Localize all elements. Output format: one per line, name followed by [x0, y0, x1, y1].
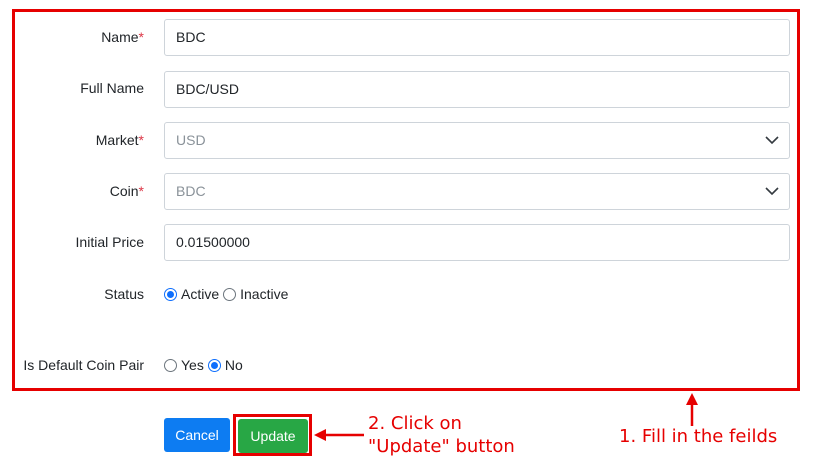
initial-price-label: Initial Price	[75, 234, 144, 250]
initial-price-input-value: 0.01500000	[176, 234, 250, 250]
full-name-label: Full Name	[80, 80, 144, 96]
default-pair-no-radio[interactable]	[207, 358, 221, 372]
name-label: Name*	[101, 29, 144, 45]
coin-select-value: BDC	[176, 183, 206, 199]
market-label: Market*	[95, 132, 144, 148]
arrow-up-icon	[686, 393, 698, 426]
coin-label: Coin*	[109, 183, 144, 199]
annotation-step1: 1. Fill in the feilds	[619, 426, 778, 447]
chevron-down-icon	[765, 136, 779, 145]
status-inactive-radio[interactable]	[223, 287, 237, 301]
coin-select[interactable]: BDC	[164, 173, 790, 210]
default-pair-label: Is Default Coin Pair	[23, 357, 144, 373]
name-input-value: BDC	[176, 29, 206, 45]
annotation-step2-line2: "Update" button	[368, 436, 515, 457]
status-radio-group: Active Inactive	[164, 286, 292, 302]
status-inactive-label[interactable]: Inactive	[240, 286, 288, 302]
status-active-radio[interactable]	[164, 287, 177, 301]
required-mark: *	[138, 132, 144, 148]
default-pair-yes-radio[interactable]	[164, 358, 177, 372]
default-pair-no-label[interactable]: No	[225, 357, 243, 373]
full-name-input-value: BDC/USD	[176, 81, 240, 97]
full-name-input[interactable]: BDC/USD	[164, 71, 790, 108]
name-input[interactable]: BDC	[164, 19, 790, 56]
market-select-value: USD	[176, 132, 206, 148]
status-label: Status	[104, 286, 144, 302]
default-pair-yes-label[interactable]: Yes	[181, 357, 204, 373]
default-pair-radio-group: Yes No	[164, 357, 247, 373]
required-mark: *	[138, 29, 144, 45]
arrow-left-icon	[314, 429, 364, 441]
status-active-label[interactable]: Active	[181, 286, 219, 302]
market-select[interactable]: USD	[164, 122, 790, 159]
chevron-down-icon	[765, 187, 779, 196]
required-mark: *	[138, 183, 144, 199]
annotation-step2-line1: 2. Click on	[368, 413, 462, 434]
update-button[interactable]: Update	[238, 419, 308, 453]
cancel-button[interactable]: Cancel	[164, 418, 230, 452]
initial-price-input[interactable]: 0.01500000	[164, 224, 790, 261]
